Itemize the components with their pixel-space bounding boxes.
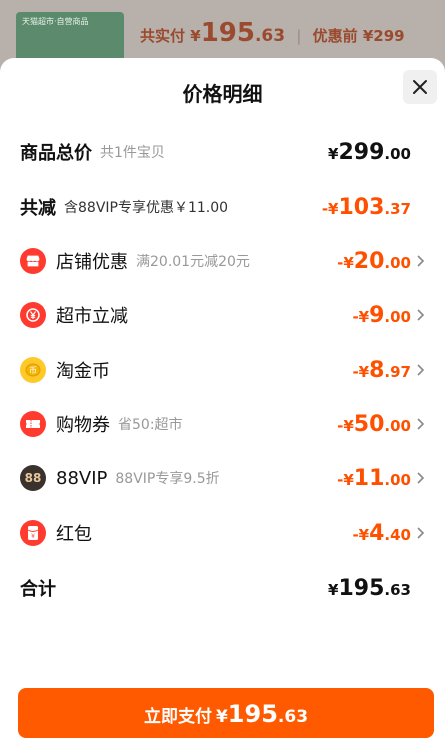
yen-discount-icon [20, 302, 46, 328]
88vip-icon-text: 88 [24, 471, 42, 485]
market-discount-int: 9 [369, 302, 385, 328]
market-discount-label: 超市立减 [56, 306, 128, 327]
sheet-title: 价格明细 [182, 82, 263, 106]
before-label: 优惠前 [312, 27, 358, 45]
88vip-label: 88VIP [56, 467, 108, 489]
red-packet-icon: ¥ [20, 520, 46, 546]
store-discount-label: 店铺优惠 [56, 252, 128, 273]
divider: | [296, 27, 302, 45]
row-total-reduction: 共减 含88VIP专享优惠￥11.00 -¥ 103.37 [20, 187, 431, 227]
row-sum: 合计 ¥195.63 [20, 568, 431, 608]
total-price-amount: ¥299.00 [328, 140, 411, 165]
market-discount-dec: .00 [384, 307, 411, 326]
88vip-sub: 88VIP专享9.5折 [115, 471, 220, 487]
chevron-right-icon [417, 364, 431, 376]
coupon-int: 50 [353, 411, 385, 437]
paid-int: 195 [200, 18, 255, 48]
store-discount-sub: 满20.01元减20元 [136, 254, 250, 270]
chevron-right-icon [417, 309, 431, 321]
store-discount-amount: -¥ 20.00 [337, 249, 411, 274]
paid-label: 共实付 [140, 27, 186, 45]
88vip-icon: 88 [20, 465, 46, 491]
total-price-int: 299 [338, 139, 385, 165]
background-price-summary: 共实付 ¥195.63 | 优惠前 ¥299 [140, 18, 405, 48]
paid-symbol: ¥ [190, 27, 201, 45]
reduction-sub: 含88VIP专享优惠￥11.00 [64, 200, 229, 216]
reduction-amount: -¥ 103.37 [322, 195, 411, 220]
total-price-sub: 共1件宝贝 [100, 145, 165, 161]
row-total-price: 商品总价 共1件宝贝 ¥299.00 [20, 132, 431, 172]
gold-coin-int: 8 [369, 357, 385, 383]
sum-symbol: ¥ [328, 580, 339, 599]
total-price-dec: .00 [384, 144, 411, 163]
red-packet-dec: .40 [384, 525, 411, 544]
coupon-label: 购物券 [56, 415, 110, 436]
sum-label: 合计 [20, 579, 56, 600]
chevron-right-icon [417, 527, 431, 539]
red-packet-symbol: -¥ [352, 525, 370, 544]
before-value: ¥299 [362, 27, 405, 45]
gold-coin-amount: -¥ 8.97 [352, 358, 411, 383]
row-store-discount[interactable]: 店铺优惠 满20.01元减20元 -¥ 20.00 [20, 241, 431, 281]
gold-coin-label: 淘金币 [56, 361, 110, 382]
gold-coin-dec: .97 [384, 362, 411, 381]
paid-dec: .63 [254, 26, 286, 46]
row-market-discount[interactable]: 超市立减 -¥ 9.00 [20, 295, 431, 335]
chevron-right-icon [417, 472, 431, 484]
reduction-dec: .37 [384, 199, 411, 218]
sum-dec: .63 [384, 580, 411, 599]
store-discount-dec: .00 [384, 253, 411, 272]
reduction-int: 103 [338, 194, 385, 220]
row-coupon[interactable]: 购物券 省50:超市 -¥ 50.00 [20, 404, 431, 444]
total-price-symbol: ¥ [328, 144, 339, 163]
price-detail-sheet: 价格明细 商品总价 共1件宝贝 ¥299.00 共减 含88VIP专享优惠￥11… [0, 58, 445, 751]
coupon-icon [20, 411, 46, 437]
market-discount-symbol: -¥ [352, 307, 370, 326]
88vip-amount: -¥ 11.00 [337, 466, 411, 491]
88vip-dec: .00 [384, 470, 411, 489]
coupon-dec: .00 [384, 416, 411, 435]
svg-text:¥: ¥ [31, 533, 35, 540]
88vip-int: 11 [353, 465, 385, 491]
reduction-symbol: -¥ [321, 199, 339, 218]
market-discount-amount: -¥ 9.00 [352, 303, 411, 328]
88vip-symbol: -¥ [337, 470, 354, 489]
red-packet-int: 4 [369, 520, 385, 546]
svg-text:币: 币 [29, 366, 37, 375]
coupon-sub: 省50:超市 [118, 417, 183, 433]
pay-int: 195 [227, 700, 278, 728]
pay-symbol: ¥ [215, 707, 228, 727]
red-packet-label: 红包 [56, 524, 92, 545]
chevron-right-icon [417, 418, 431, 430]
row-gold-coin[interactable]: 币 淘金币 -¥ 8.97 [20, 350, 431, 390]
pay-now-label: 立即支付 [143, 707, 212, 727]
store-discount-int: 20 [353, 248, 385, 274]
gold-coin-icon: 币 [20, 357, 46, 383]
sum-amount: ¥195.63 [328, 576, 411, 601]
total-price-label: 商品总价 [20, 143, 92, 164]
close-icon [413, 80, 427, 94]
sum-int: 195 [338, 575, 385, 601]
pay-now-button[interactable]: 立即支付 ¥195.63 [18, 688, 434, 738]
store-discount-symbol: -¥ [337, 253, 354, 272]
coupon-symbol: -¥ [337, 416, 354, 435]
product-thumbnail-tag: 天猫超市·自营商品 [22, 17, 89, 26]
row-red-packet[interactable]: ¥ 红包 -¥ 4.40 [20, 513, 431, 553]
row-88vip[interactable]: 88 88VIP 88VIP专享9.5折 -¥ 11.00 [20, 458, 431, 498]
store-icon [20, 248, 46, 274]
close-button[interactable] [403, 70, 437, 104]
red-packet-amount: -¥ 4.40 [352, 521, 411, 546]
reduction-label: 共减 [20, 198, 56, 219]
pay-dec: .63 [277, 707, 309, 727]
coupon-amount: -¥ 50.00 [337, 412, 411, 437]
chevron-right-icon [417, 255, 431, 267]
gold-coin-symbol: -¥ [352, 362, 370, 381]
